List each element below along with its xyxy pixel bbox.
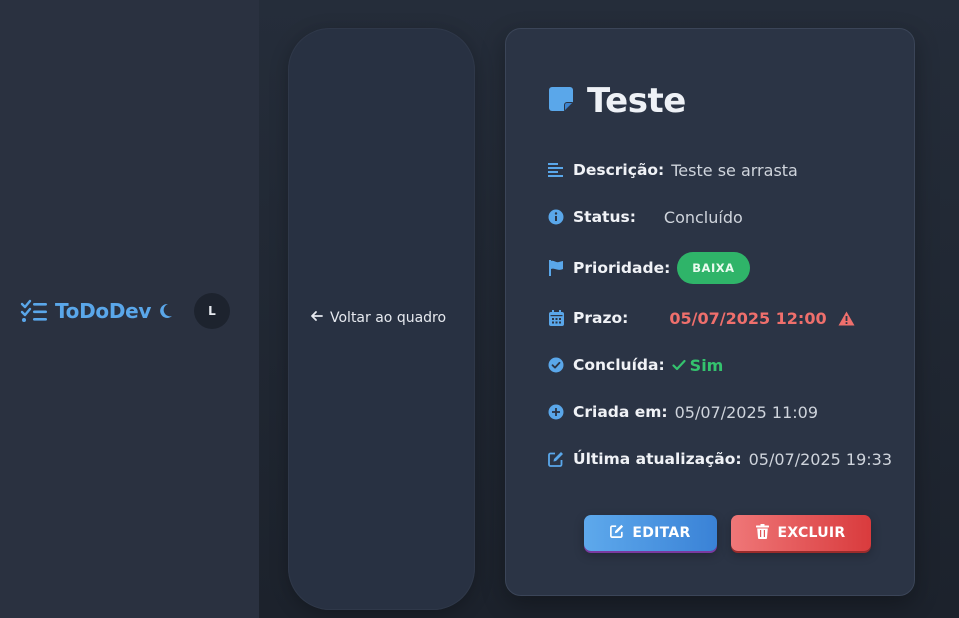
task-title-text: Teste	[587, 81, 686, 121]
updated-value: 05/07/2025 19:33	[748, 449, 893, 469]
due-date-value: 05/07/2025 12:00	[669, 308, 827, 328]
priority-badge: BAIXA	[677, 252, 750, 284]
moon-icon[interactable]	[158, 302, 174, 320]
edit-icon	[548, 451, 564, 467]
avatar-initial: L	[208, 304, 216, 318]
delete-button-label: EXCLUIR	[777, 525, 846, 541]
field-due-date: Prazo: 05/07/2025 12:00	[548, 306, 855, 330]
sticky-note-icon	[548, 86, 574, 116]
created-label: Criada em:	[573, 403, 668, 421]
completed-value-text: Sim	[689, 355, 724, 375]
arrow-left-icon	[310, 309, 324, 327]
back-to-board-link[interactable]: Voltar ao quadro	[310, 306, 446, 330]
brand-name: ToDoDev	[55, 299, 152, 323]
created-value: 05/07/2025 11:09	[674, 402, 819, 422]
info-circle-icon	[548, 209, 564, 225]
completed-label: Concluída:	[573, 356, 665, 374]
completed-value: Sim	[672, 355, 724, 375]
checkmark-icon	[672, 356, 686, 375]
brand[interactable]: ToDoDev	[20, 296, 174, 326]
description-label: Descrição:	[573, 161, 665, 179]
avatar[interactable]: L	[194, 293, 230, 329]
field-priority: Prioridade: BAIXA	[548, 252, 750, 284]
status-label: Status:	[573, 208, 636, 226]
trash-icon	[756, 523, 770, 543]
warning-triangle-icon	[838, 311, 855, 326]
edit-button[interactable]: EDITAR	[584, 515, 717, 551]
priority-label: Prioridade:	[573, 259, 671, 277]
field-completed: Concluída: Sim	[548, 353, 723, 377]
field-updated: Última atualização: 05/07/2025 19:33	[548, 447, 892, 471]
back-to-board-label: Voltar ao quadro	[330, 310, 447, 326]
align-left-icon	[548, 162, 564, 178]
description-value: Teste se arrasta	[671, 160, 798, 180]
plus-circle-icon	[548, 404, 564, 420]
field-created: Criada em: 05/07/2025 11:09	[548, 400, 818, 424]
calendar-icon	[548, 310, 564, 326]
field-description: Descrição: Teste se arrasta	[548, 158, 798, 182]
edit-button-label: EDITAR	[632, 525, 691, 541]
field-status: Status: Concluído	[548, 205, 743, 229]
check-circle-icon	[548, 357, 564, 373]
list-check-icon	[20, 299, 48, 323]
flag-icon	[548, 260, 564, 276]
status-value: Concluído	[663, 207, 743, 227]
delete-button[interactable]: EXCLUIR	[731, 515, 871, 551]
task-title: Teste	[548, 80, 686, 122]
edit-icon	[610, 524, 624, 542]
due-date-label: Prazo:	[573, 309, 629, 327]
updated-label: Última atualização:	[573, 450, 742, 468]
